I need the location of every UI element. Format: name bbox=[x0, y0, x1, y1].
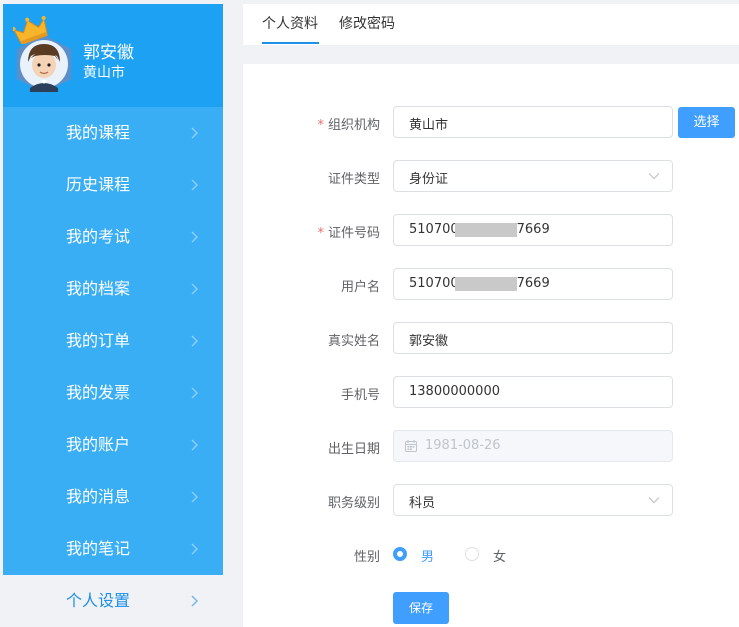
id-number-row: * 证件号码 510700 7669 bbox=[243, 214, 739, 246]
sidebar: 郭安徽 黄山市 我的课程 历史课程 我的考试 我的档案 我的订单 我的发票 我的 bbox=[3, 4, 223, 627]
sidebar-item-label: 我的档案 bbox=[66, 279, 131, 298]
radio-dot bbox=[393, 547, 407, 561]
username-input[interactable]: 510700 7669 bbox=[393, 268, 673, 300]
real-name-label: 真实姓名 bbox=[327, 334, 380, 349]
radio-dot bbox=[465, 547, 479, 561]
chevron-down-icon bbox=[648, 173, 660, 180]
username-row: 用户名 510700 7669 bbox=[243, 268, 739, 300]
birthdate-input: 1981-08-26 bbox=[393, 430, 673, 462]
calendar-icon bbox=[405, 440, 417, 452]
phone-row: 手机号 13800000000 bbox=[243, 376, 739, 408]
redaction-mask bbox=[455, 223, 517, 237]
real-name-row: 真实姓名 郭安徽 bbox=[243, 322, 739, 354]
sidebar-nav: 我的课程 历史课程 我的考试 我的档案 我的订单 我的发票 我的账户 我的消息 bbox=[3, 107, 223, 627]
chevron-right-icon bbox=[191, 179, 198, 191]
tab-profile[interactable]: 个人资料 bbox=[262, 15, 318, 33]
phone-value: 13800000000 bbox=[409, 384, 500, 399]
chevron-right-icon bbox=[191, 127, 198, 139]
tab-bar: 个人资料 修改密码 bbox=[243, 4, 739, 45]
phone-label: 手机号 bbox=[340, 388, 380, 403]
gender-label: 性别 bbox=[353, 550, 380, 565]
id-type-row: 证件类型 身份证 bbox=[243, 160, 739, 192]
user-city: 黄山市 bbox=[83, 65, 125, 81]
sidebar-item-my-messages[interactable]: 我的消息 bbox=[3, 471, 223, 523]
tab-change-password[interactable]: 修改密码 bbox=[339, 15, 395, 33]
birthdate-value: 1981-08-26 bbox=[425, 438, 501, 453]
required-mark: * bbox=[317, 226, 324, 241]
avatar[interactable] bbox=[13, 16, 77, 96]
org-value: 黄山市 bbox=[409, 118, 449, 133]
gender-row: 性别 男 女 bbox=[243, 538, 739, 570]
chevron-down-icon bbox=[648, 497, 660, 504]
redaction-mask bbox=[455, 277, 517, 291]
org-label: * 组织机构 bbox=[317, 118, 380, 133]
job-level-select[interactable]: 科员 bbox=[393, 484, 673, 516]
phone-input[interactable]: 13800000000 bbox=[393, 376, 673, 408]
id-number-input[interactable]: 510700 7669 bbox=[393, 214, 673, 246]
sidebar-item-my-archive[interactable]: 我的档案 bbox=[3, 263, 223, 315]
sidebar-item-my-orders[interactable]: 我的订单 bbox=[3, 315, 223, 367]
username-label: 用户名 bbox=[340, 280, 380, 295]
sidebar-item-my-exams[interactable]: 我的考试 bbox=[3, 211, 223, 263]
sidebar-item-my-account[interactable]: 我的账户 bbox=[3, 419, 223, 471]
sidebar-item-label: 我的发票 bbox=[66, 383, 131, 402]
sidebar-item-label: 我的课程 bbox=[66, 123, 131, 142]
sidebar-item-label: 我的考试 bbox=[66, 227, 131, 246]
sidebar-item-label: 我的账户 bbox=[66, 435, 131, 454]
save-button[interactable]: 保存 bbox=[393, 592, 449, 624]
birthdate-row: 出生日期 1981-08-26 bbox=[243, 430, 739, 462]
chevron-right-icon bbox=[191, 439, 198, 451]
sidebar-item-my-invoices[interactable]: 我的发票 bbox=[3, 367, 223, 419]
id-type-label: 证件类型 bbox=[327, 172, 380, 187]
id-type-value: 身份证 bbox=[409, 172, 449, 187]
chevron-right-icon bbox=[191, 387, 198, 399]
sidebar-item-my-courses[interactable]: 我的课程 bbox=[3, 107, 223, 159]
job-level-row: 职务级别 科员 bbox=[243, 484, 739, 516]
gender-option-label: 女 bbox=[493, 550, 507, 565]
crown-icon bbox=[13, 16, 48, 44]
job-level-value: 科员 bbox=[409, 496, 436, 511]
active-tab-indicator bbox=[262, 42, 319, 44]
sidebar-item-my-notes[interactable]: 我的笔记 bbox=[3, 523, 223, 575]
id-type-select[interactable]: 身份证 bbox=[393, 160, 673, 192]
chevron-right-icon bbox=[191, 231, 198, 243]
user-name: 郭安徽 bbox=[83, 43, 134, 63]
sidebar-item-personal-settings[interactable]: 个人设置 bbox=[3, 575, 223, 627]
profile-card: 郭安徽 黄山市 bbox=[3, 4, 223, 107]
select-org-button[interactable]: 选择 bbox=[678, 107, 735, 138]
chevron-right-icon bbox=[191, 595, 198, 607]
sidebar-item-label: 我的订单 bbox=[66, 331, 131, 350]
gender-option-label: 男 bbox=[421, 550, 435, 565]
id-number-label: * 证件号码 bbox=[317, 226, 380, 241]
chevron-right-icon bbox=[191, 335, 198, 347]
chevron-right-icon bbox=[191, 283, 198, 295]
chevron-right-icon bbox=[191, 491, 198, 503]
sidebar-item-label: 我的消息 bbox=[66, 487, 131, 506]
chevron-right-icon bbox=[191, 543, 198, 555]
real-name-input[interactable]: 郭安徽 bbox=[393, 322, 673, 354]
org-input[interactable]: 黄山市 bbox=[393, 106, 673, 138]
sidebar-item-label: 历史课程 bbox=[66, 175, 131, 194]
sidebar-item-history-courses[interactable]: 历史课程 bbox=[3, 159, 223, 211]
real-name-value: 郭安徽 bbox=[409, 334, 449, 349]
org-row: * 组织机构 黄山市 bbox=[243, 106, 739, 138]
job-level-label: 职务级别 bbox=[327, 496, 380, 511]
sidebar-item-label: 我的笔记 bbox=[66, 539, 131, 558]
profile-form: * 组织机构 黄山市 选择 证件类型 身份证 * 证件号码 510700 7669 用… bbox=[243, 64, 739, 627]
birthdate-label: 出生日期 bbox=[327, 442, 380, 457]
sidebar-item-label: 个人设置 bbox=[66, 591, 131, 610]
required-mark: * bbox=[317, 118, 324, 133]
